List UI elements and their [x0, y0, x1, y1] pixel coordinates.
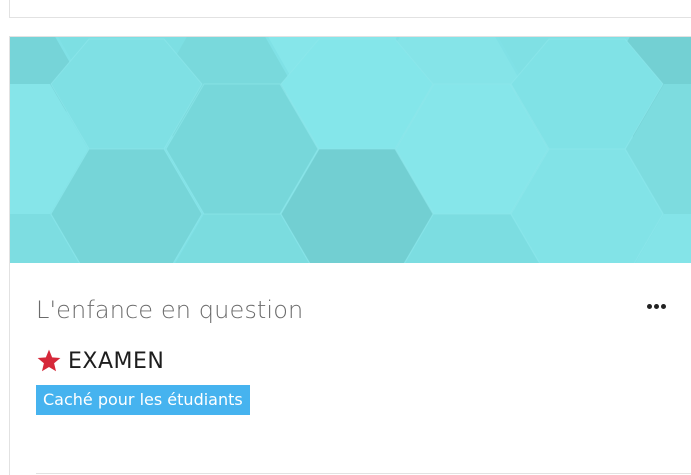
- hexagon-pattern: [10, 37, 691, 263]
- menu-dot: [654, 304, 659, 309]
- course-category-label: EXAMEN: [68, 348, 165, 374]
- visibility-badge: Caché pour les étudiants: [36, 385, 250, 415]
- course-card[interactable]: L'enfance en question EXAMEN Caché pour …: [9, 36, 691, 475]
- course-actions-menu-button[interactable]: [642, 292, 670, 316]
- card-footer-divider: [36, 473, 691, 474]
- course-list-page: L'enfance en question EXAMEN Caché pour …: [0, 0, 691, 475]
- star-icon: [37, 349, 61, 372]
- menu-dot: [661, 304, 666, 309]
- menu-dot: [647, 304, 652, 309]
- course-category: EXAMEN: [36, 347, 164, 375]
- course-title-link[interactable]: L'enfance en question: [36, 296, 303, 324]
- course-cover-image[interactable]: [10, 37, 691, 263]
- previous-course-card[interactable]: [9, 0, 691, 18]
